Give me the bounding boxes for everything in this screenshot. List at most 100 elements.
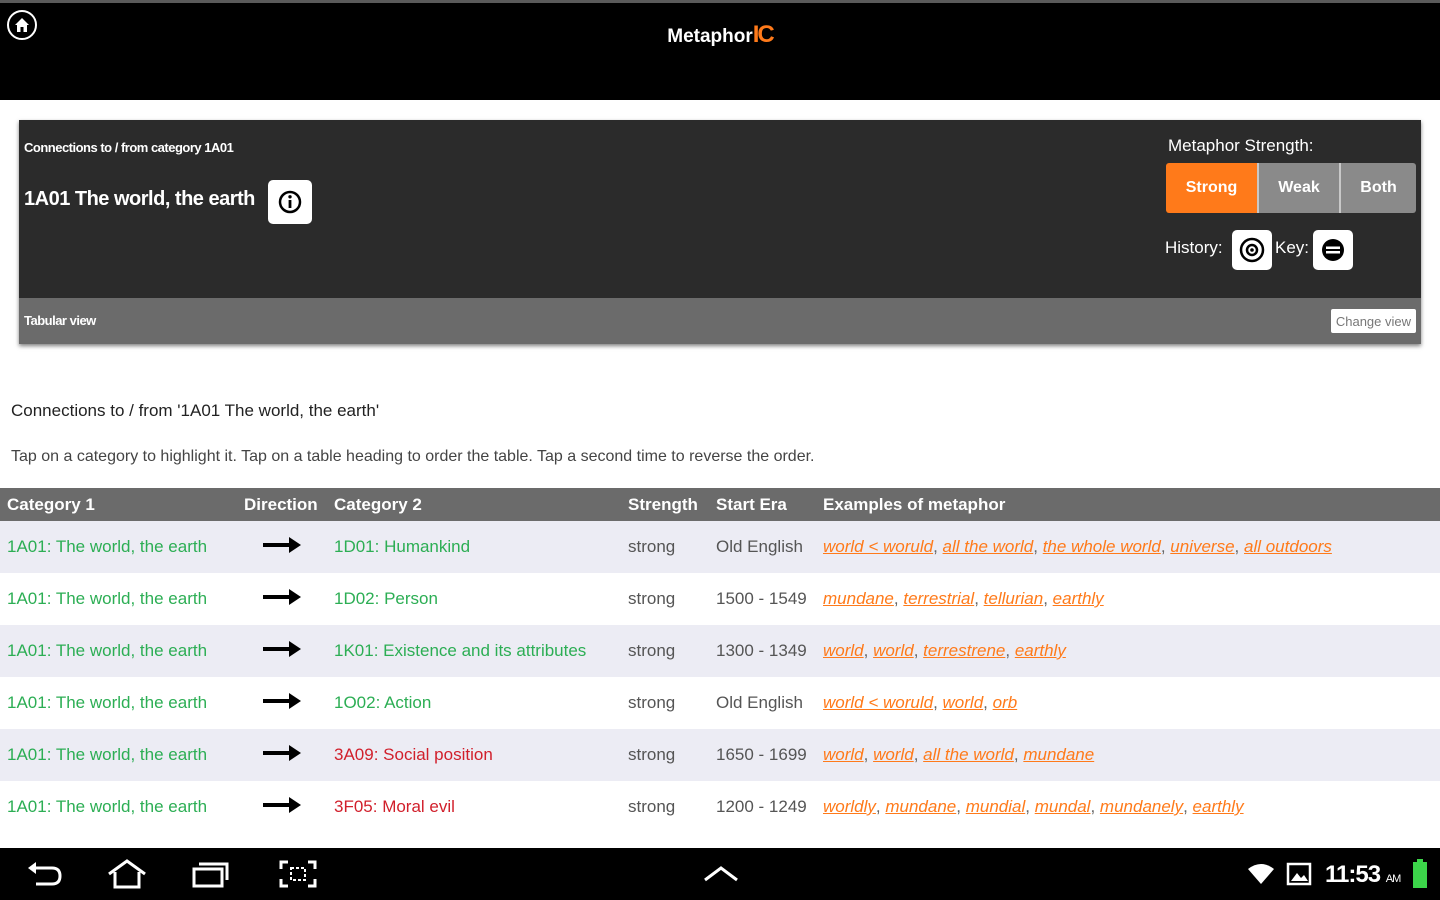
example-link[interactable]: world (823, 745, 864, 764)
category-1-cell[interactable]: 1A01: The world, the earth (0, 781, 237, 833)
key-button[interactable] (1313, 230, 1353, 270)
strength-cell: strong (621, 781, 709, 833)
category-2-cell[interactable]: 1O02: Action (327, 677, 621, 729)
top-app-bar: MetaphorIC (0, 0, 1440, 100)
examples-cell: world, world, terrestrene, earthly (816, 625, 1440, 677)
example-link[interactable]: earthly (1193, 797, 1244, 816)
screenshot-icon[interactable] (276, 858, 320, 890)
table-row: 1A01: The world, the earth 1D02: Person st… (0, 573, 1440, 625)
strength-both-button[interactable]: Both (1339, 163, 1416, 213)
panel-footer: Tabular view Change view (19, 298, 1421, 344)
example-link[interactable]: mundial (966, 797, 1026, 816)
table-body: 1A01: The world, the earth 1D01: Humankin… (0, 521, 1440, 833)
back-icon[interactable] (22, 858, 66, 890)
examples-cell: worldly, mundane, mundial, mundal, munda… (816, 781, 1440, 833)
strength-cell: strong (621, 677, 709, 729)
table-row: 1A01: The world, the earth 3F05: Moral ev… (0, 781, 1440, 833)
category-panel: Connections to / from category 1A01 1A01… (19, 120, 1421, 344)
clock-ampm: AM (1385, 873, 1401, 885)
strength-cell: strong (621, 521, 709, 573)
category-2-cell[interactable]: 1K01: Existence and its attributes (327, 625, 621, 677)
view-mode-label: Tabular view (24, 313, 96, 328)
category-2-cell[interactable]: 3A09: Social position (327, 729, 621, 781)
examples-cell: world < woruld, world, orb (816, 677, 1440, 729)
chevron-up-icon[interactable] (699, 858, 743, 890)
status-clock: 11:53 AM (1325, 861, 1401, 889)
table-row: 1A01: The world, the earth 1O02: Action st… (0, 677, 1440, 729)
connections-table: Category 1 Direction Category 2 Strength… (0, 488, 1440, 833)
examples-cell: world, world, all the world, mundane (816, 729, 1440, 781)
strength-weak-button[interactable]: Weak (1257, 163, 1339, 213)
start-era-cell: Old English (709, 521, 816, 573)
example-link[interactable]: all outdoors (1244, 537, 1332, 556)
example-link[interactable]: world (943, 693, 984, 712)
category-1-cell[interactable]: 1A01: The world, the earth (0, 573, 237, 625)
example-link[interactable]: mundal (1035, 797, 1091, 816)
header-start-era[interactable]: Start Era (709, 488, 816, 521)
example-link[interactable]: tellurian (984, 589, 1044, 608)
example-link[interactable]: mundane (885, 797, 956, 816)
example-link[interactable]: world (823, 641, 864, 660)
wifi-icon (1243, 858, 1279, 890)
start-era-cell: 1200 - 1249 (709, 781, 816, 833)
start-era-cell: 1500 - 1549 (709, 573, 816, 625)
category-2-cell[interactable]: 1D02: Person (327, 573, 621, 625)
instructions-text: Tap on a category to highlight it. Tap o… (11, 448, 815, 465)
example-link[interactable]: the whole world (1043, 537, 1161, 556)
example-link[interactable]: world < woruld (823, 537, 933, 556)
strength-strong-button[interactable]: Strong (1166, 163, 1257, 213)
examples-cell: world < woruld, all the world, the whole… (816, 521, 1440, 573)
app-title-text: Metaphor (667, 26, 753, 47)
header-direction[interactable]: Direction (237, 488, 327, 521)
category-1-cell[interactable]: 1A01: The world, the earth (0, 729, 237, 781)
strength-cell: strong (621, 625, 709, 677)
example-link[interactable]: mundane (823, 589, 894, 608)
history-button[interactable] (1232, 230, 1272, 270)
strength-cell: strong (621, 729, 709, 781)
strength-segmented-control: Strong Weak Both (1166, 163, 1416, 213)
header-category-2[interactable]: Category 2 (327, 488, 621, 521)
example-link[interactable]: worldly (823, 797, 876, 816)
direction-arrow-icon (237, 625, 327, 677)
home-nav-icon[interactable] (105, 858, 149, 890)
key-icon (1322, 239, 1344, 261)
category-title: 1A01 The world, the earth (24, 188, 255, 210)
category-1-cell[interactable]: 1A01: The world, the earth (0, 625, 237, 677)
example-link[interactable]: all the world (923, 745, 1014, 764)
example-link[interactable]: world (873, 641, 914, 660)
direction-arrow-icon (237, 781, 327, 833)
example-link[interactable]: terrestrial (903, 589, 974, 608)
change-view-button[interactable]: Change view (1330, 309, 1416, 333)
example-link[interactable]: world (873, 745, 914, 764)
info-button[interactable] (268, 180, 312, 224)
example-link[interactable]: mundane (1023, 745, 1094, 764)
start-era-cell: 1650 - 1699 (709, 729, 816, 781)
category-1-cell[interactable]: 1A01: The world, the earth (0, 677, 237, 729)
recent-apps-icon[interactable] (188, 858, 232, 890)
example-link[interactable]: mundanely (1100, 797, 1183, 816)
header-strength[interactable]: Strength (621, 488, 709, 521)
table-row: 1A01: The world, the earth 3A09: Social p… (0, 729, 1440, 781)
table-row: 1A01: The world, the earth 1K01: Existenc… (0, 625, 1440, 677)
key-label: Key: (1275, 238, 1310, 257)
gallery-notification-icon (1281, 858, 1317, 890)
example-link[interactable]: orb (993, 693, 1018, 712)
app-title: MetaphorIC (0, 21, 1440, 49)
panel-kicker: Connections to / from category 1A01 (24, 140, 234, 155)
example-link[interactable]: all the world (943, 537, 1034, 556)
table-header-row: Category 1 Direction Category 2 Strength… (0, 488, 1440, 521)
header-examples[interactable]: Examples of metaphor (816, 488, 1440, 521)
example-link[interactable]: earthly (1053, 589, 1104, 608)
example-link[interactable]: universe (1170, 537, 1234, 556)
category-2-cell[interactable]: 3F05: Moral evil (327, 781, 621, 833)
examples-cell: mundane, terrestrial, tellurian, earthly (816, 573, 1440, 625)
category-1-cell[interactable]: 1A01: The world, the earth (0, 521, 237, 573)
example-link[interactable]: earthly (1015, 641, 1066, 660)
example-link[interactable]: world < woruld (823, 693, 933, 712)
app-logo-ic: IC (752, 21, 775, 48)
example-link[interactable]: terrestrene (923, 641, 1005, 660)
start-era-cell: 1300 - 1349 (709, 625, 816, 677)
direction-arrow-icon (237, 677, 327, 729)
header-category-1[interactable]: Category 1 (0, 488, 237, 521)
category-2-cell[interactable]: 1D01: Humankind (327, 521, 621, 573)
